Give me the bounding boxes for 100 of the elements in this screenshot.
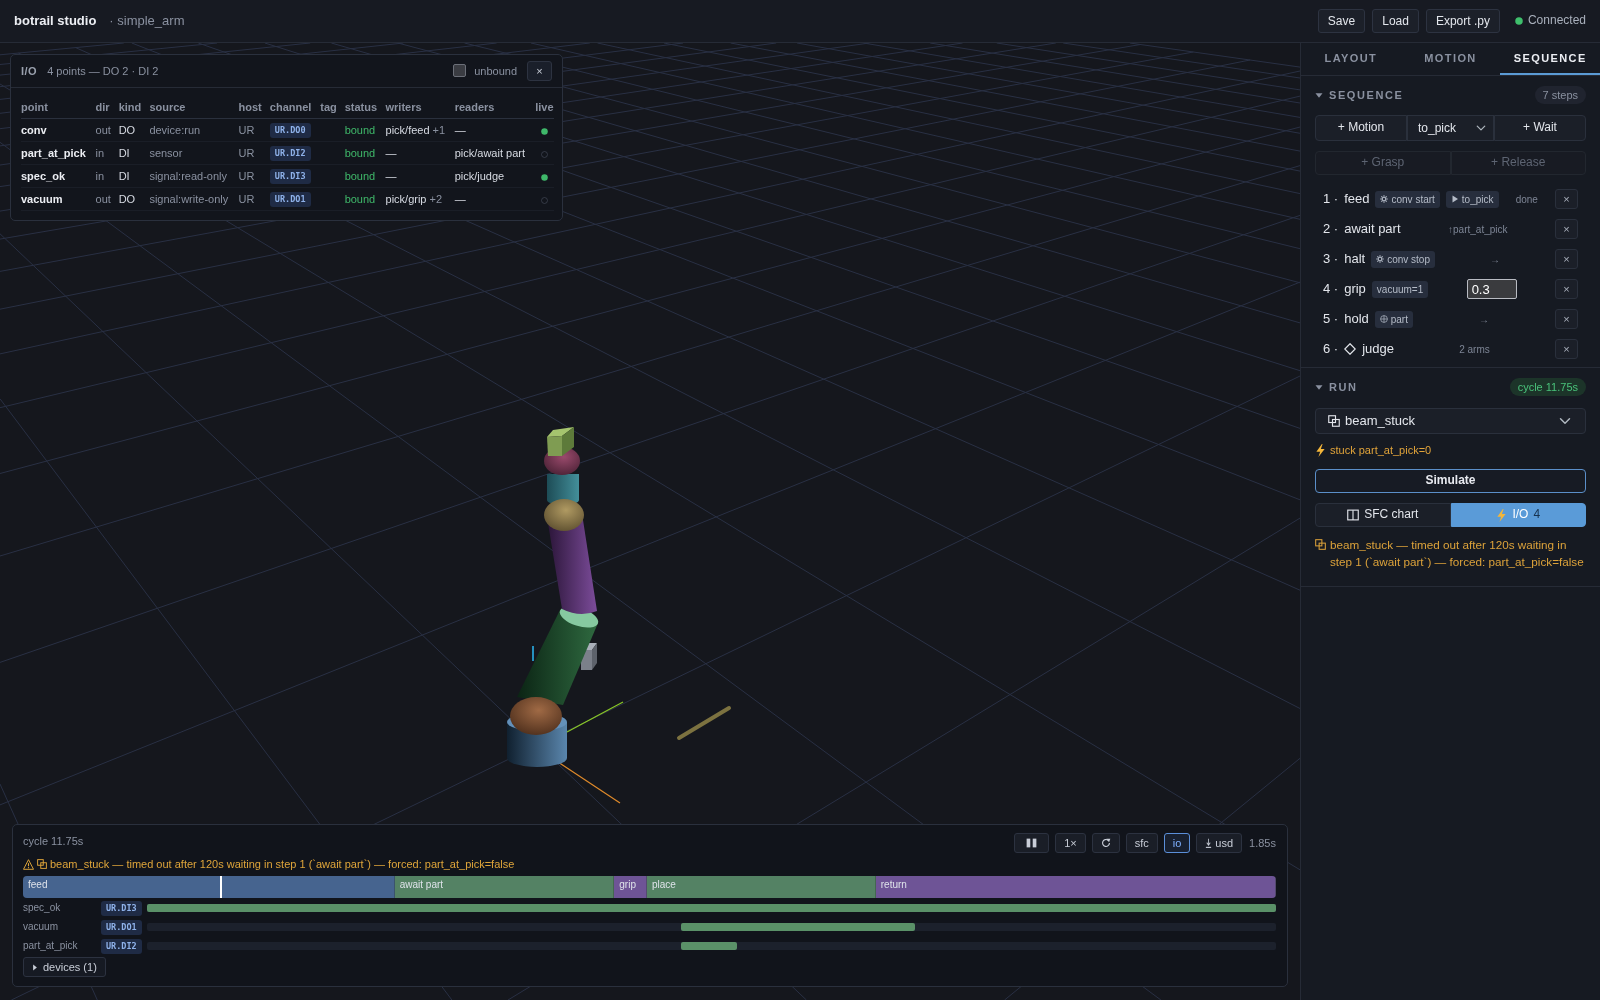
- signal-pulse: [681, 941, 738, 950]
- remove-step-button[interactable]: ×: [1555, 219, 1578, 239]
- cycle-time: cycle 11.75s: [23, 834, 84, 849]
- step-number: 1 ·: [1323, 190, 1339, 208]
- point-name: spec_ok: [21, 170, 66, 183]
- column-header: readers: [454, 101, 495, 113]
- copy-icon: [1328, 415, 1340, 427]
- point-name: conv: [21, 124, 47, 137]
- phase-segment: return: [875, 876, 1276, 898]
- column-header: writers: [385, 101, 422, 113]
- writer-text: —: [385, 147, 397, 160]
- channel-badge: UR.DO1: [269, 192, 311, 208]
- writer-count: +2: [429, 193, 443, 206]
- phase-segment: place: [646, 876, 876, 898]
- panel-summary: 4 points — DO 2 · DI 2: [47, 63, 159, 79]
- direction-text: in: [95, 147, 105, 160]
- signal-name: vacuum: [23, 920, 59, 933]
- download-button[interactable]: usd: [1196, 833, 1243, 853]
- motion-select[interactable]: to_pick: [1407, 115, 1494, 141]
- lightning-icon: [1496, 508, 1508, 522]
- kind-text: DO: [118, 124, 136, 137]
- gear-icon: [1376, 255, 1385, 263]
- reader-text: pick/await part: [454, 147, 525, 160]
- panel-tab[interactable]: LAYOUT: [1301, 43, 1401, 75]
- step-tag: conv start: [1375, 190, 1440, 208]
- panel-title: I/O: [21, 63, 38, 79]
- copy-icon: [37, 859, 47, 869]
- time-readout: 1.85s: [1249, 835, 1276, 851]
- status-text: bound: [344, 124, 376, 137]
- kind-text: DI: [118, 170, 130, 183]
- close-button[interactable]: ×: [527, 61, 552, 81]
- status-text: bound: [344, 147, 376, 160]
- writer-text: —: [385, 170, 397, 183]
- view-count: 4: [1533, 507, 1541, 523]
- source-text: signal:read-only: [149, 170, 228, 183]
- host-text: UR: [238, 124, 255, 137]
- kind-text: DO: [118, 193, 136, 206]
- signal-name: spec_ok: [23, 901, 62, 914]
- remove-step-button[interactable]: ×: [1555, 339, 1578, 359]
- host-text: UR: [238, 147, 255, 160]
- header-button[interactable]: Save: [1317, 9, 1366, 33]
- column-header: source: [149, 101, 186, 113]
- loop-button[interactable]: [1091, 833, 1120, 853]
- column-header: dir: [95, 101, 110, 113]
- panel-tab[interactable]: SEQUENCE: [1500, 43, 1600, 75]
- loop-icon: [1100, 838, 1111, 848]
- column-header: status: [344, 101, 378, 113]
- source-text: signal:write-only: [149, 193, 229, 206]
- app-title: botrail studio: [14, 12, 97, 30]
- phase-segment: grip: [614, 876, 647, 898]
- speed-button[interactable]: 1×: [1055, 833, 1086, 853]
- add-wait-button[interactable]: + Wait: [1494, 115, 1586, 141]
- view-toggle[interactable]: I/O 4: [1450, 503, 1586, 527]
- step-detail: done: [1515, 192, 1538, 206]
- remove-step-button[interactable]: ×: [1555, 189, 1578, 209]
- source-text: device:run: [149, 124, 201, 137]
- unbound-checkbox[interactable]: [453, 64, 467, 78]
- devices-toggle[interactable]: devices (1): [23, 957, 106, 977]
- value-input[interactable]: 0.3: [1466, 279, 1517, 299]
- step-number: 4 ·: [1323, 280, 1339, 298]
- writer-count: +1: [432, 124, 446, 137]
- column-header: tag: [320, 101, 337, 113]
- panel-tab[interactable]: MOTION: [1400, 43, 1501, 75]
- remove-step-button[interactable]: ×: [1555, 279, 1578, 299]
- header-button[interactable]: Export .py: [1425, 9, 1500, 33]
- step-name: judge: [1362, 340, 1394, 358]
- column-header: host: [238, 101, 262, 113]
- step-name: hold: [1344, 310, 1369, 328]
- header-button[interactable]: Load: [1372, 9, 1419, 33]
- remove-step-button[interactable]: ×: [1555, 249, 1578, 269]
- step-tag: to_pick: [1445, 190, 1499, 208]
- view-toggle[interactable]: SFC chart: [1315, 503, 1451, 527]
- axis-line: [566, 701, 624, 733]
- direction-text: out: [95, 124, 111, 137]
- columns-icon: [1347, 509, 1360, 521]
- step-number: 3 ·: [1323, 250, 1339, 268]
- scenario-select[interactable]: beam_stuck: [1315, 408, 1586, 434]
- step-number: 2 ·: [1323, 220, 1339, 238]
- point-name: vacuum: [21, 193, 63, 206]
- status-text: bound: [344, 193, 376, 206]
- direction-text: out: [95, 193, 111, 206]
- rod: [677, 706, 731, 740]
- step-name: await part: [1344, 220, 1401, 238]
- direction-text: in: [95, 170, 105, 183]
- add-motion-button[interactable]: + Motion: [1315, 115, 1407, 141]
- channel-badge: UR.DI2: [269, 146, 311, 162]
- channel-badge: UR.DI2: [101, 938, 142, 954]
- simulate-button[interactable]: Simulate: [1315, 469, 1586, 493]
- pause-button[interactable]: [1014, 833, 1050, 853]
- warning-message: beam_stuck — timed out after 120s waiting in step 1 (`await part`) — forced: part_at_pick=false: [50, 857, 515, 872]
- phase-segment: feed: [23, 876, 395, 898]
- axis-line: [532, 645, 534, 662]
- reader-text: pick/judge: [454, 170, 505, 183]
- remove-step-button[interactable]: ×: [1555, 309, 1578, 329]
- step-number: 6 ·: [1323, 340, 1339, 358]
- io-toggle[interactable]: io: [1163, 833, 1191, 853]
- pause-icon: [1025, 838, 1039, 848]
- sfc-toggle[interactable]: sfc: [1125, 833, 1158, 853]
- point-name: part_at_pick: [21, 147, 86, 160]
- channel-badge: UR.DI3: [101, 900, 142, 916]
